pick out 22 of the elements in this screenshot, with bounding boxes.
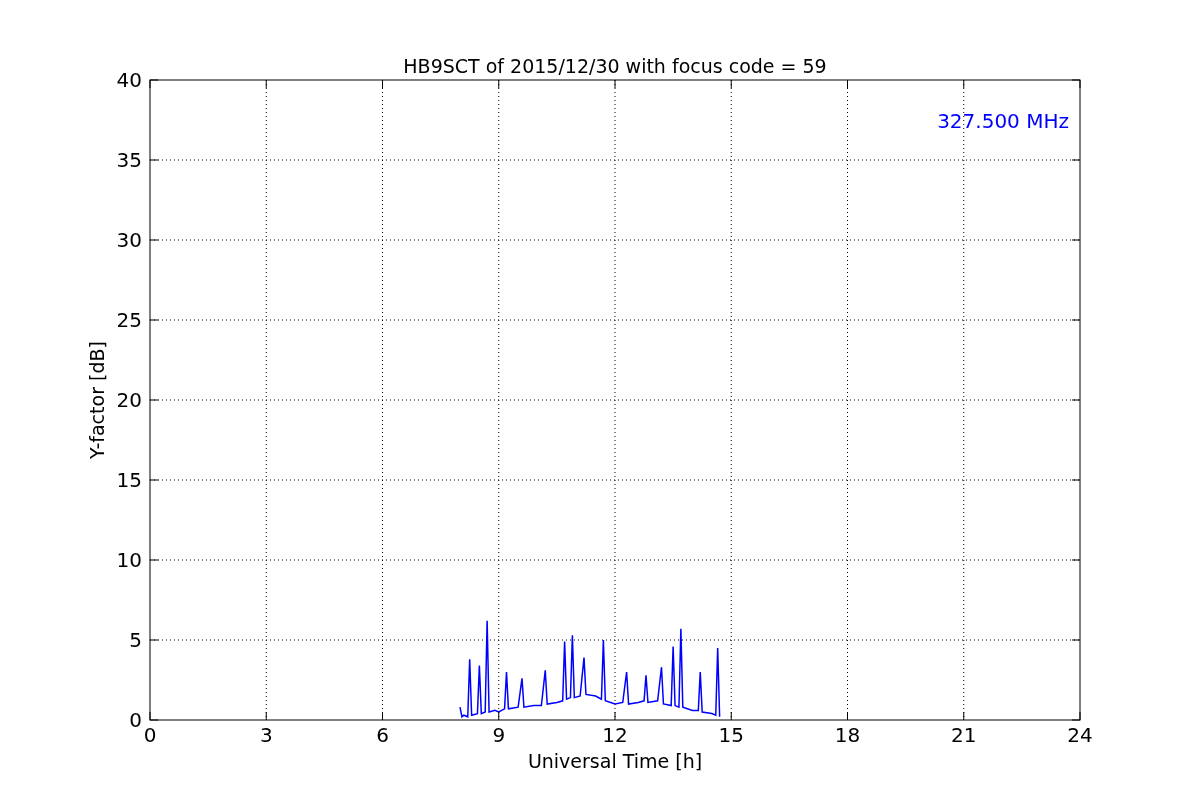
y-tick-label: 5	[129, 628, 142, 652]
y-tick-label: 40	[116, 68, 142, 92]
chart-title: HB9SCT of 2015/12/30 with focus code = 59	[403, 55, 827, 77]
x-tick-label: 24	[1067, 723, 1093, 747]
series-label: 327.500 MHz	[937, 109, 1069, 133]
y-tick-label: 35	[116, 148, 142, 172]
x-tick-label: 6	[376, 723, 389, 747]
x-tick-label: 3	[259, 723, 273, 747]
y-tick-label: 0	[129, 708, 142, 732]
y-tick-label: 10	[116, 548, 142, 572]
x-tick-label: 21	[951, 723, 977, 747]
y-tick-label: 30	[116, 228, 142, 252]
y-tick-label: 25	[116, 308, 142, 332]
y-tick-label: 15	[116, 468, 142, 492]
x-tick-label: 9	[492, 723, 506, 747]
x-tick-label: 18	[834, 723, 861, 747]
x-axis-label: Universal Time [h]	[527, 750, 703, 772]
x-tick-label: 0	[143, 723, 157, 747]
y-axis-label: Y-factor [dB]	[86, 341, 108, 459]
x-tick-label: 12	[602, 723, 628, 747]
x-tick-label: 15	[718, 723, 744, 747]
y-tick-label: 20	[116, 388, 142, 412]
